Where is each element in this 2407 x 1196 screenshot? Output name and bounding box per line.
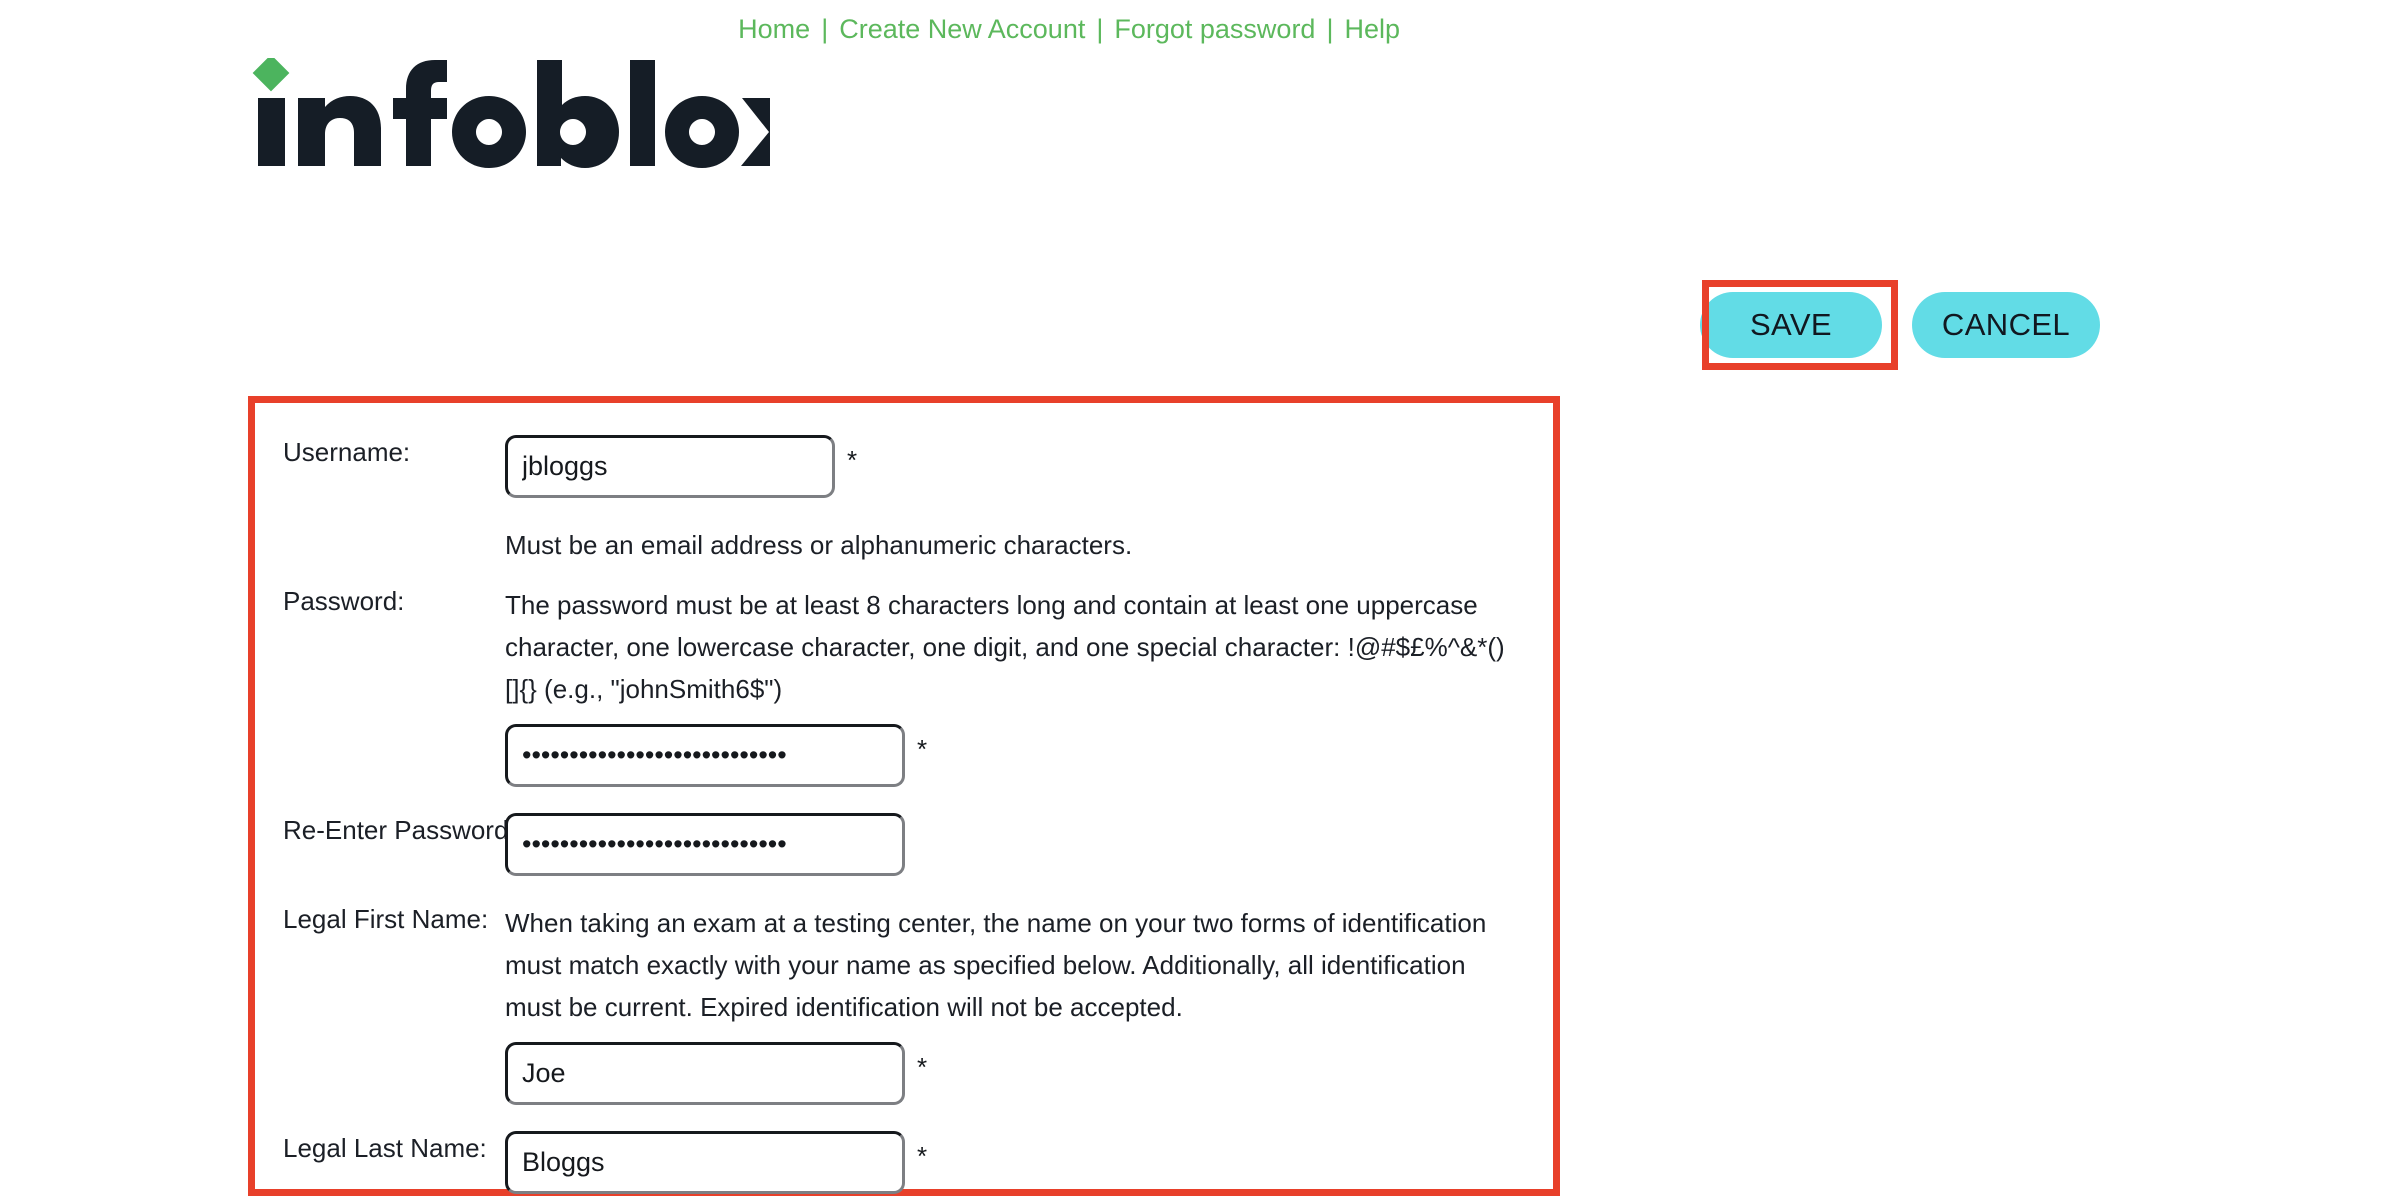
infoblox-wordmark-icon	[252, 58, 770, 168]
field-row-legal-first-name-input: *	[255, 1042, 1553, 1105]
save-button[interactable]: SAVE	[1700, 292, 1882, 358]
field-row-legal-first-name-help: Legal First Name: When taking an exam at…	[255, 902, 1553, 1028]
username-input[interactable]	[505, 435, 835, 498]
reenter-password-label: Re-Enter Password	[283, 815, 509, 845]
field-row-username: Username: *	[255, 435, 1553, 498]
nav-link-forgot-password[interactable]: Forgot password	[1112, 14, 1317, 45]
password-label: Password:	[283, 586, 405, 616]
nav-separator: |	[821, 14, 829, 44]
nav-link-help[interactable]: Help	[1342, 14, 1402, 45]
required-marker: *	[917, 1141, 928, 1171]
legal-last-name-label: Legal Last Name:	[283, 1133, 487, 1163]
required-marker: *	[917, 734, 928, 764]
field-row-password-input: *	[255, 724, 1553, 787]
registration-form-panel: Username: * Must be an email address or …	[248, 396, 1560, 1196]
nav-separator: |	[1096, 14, 1104, 44]
nav-link-home[interactable]: Home	[736, 14, 812, 45]
legal-last-name-input[interactable]	[505, 1131, 905, 1194]
reenter-password-input[interactable]	[505, 813, 905, 876]
cancel-button[interactable]: CANCEL	[1912, 292, 2100, 358]
required-marker: *	[847, 445, 858, 475]
nav-link-create-new-account[interactable]: Create New Account	[837, 14, 1087, 45]
username-help-row: Must be an email address or alphanumeric…	[255, 524, 1553, 566]
username-label: Username:	[283, 437, 411, 467]
legal-first-name-label: Legal First Name:	[283, 904, 489, 934]
field-row-legal-last-name: Legal Last Name: *	[255, 1131, 1553, 1194]
password-help-text: The password must be at least 8 characte…	[505, 590, 1505, 704]
legal-first-name-input[interactable]	[505, 1042, 905, 1105]
legal-first-name-help-text: When taking an exam at a testing center,…	[505, 908, 1487, 1022]
top-navigation: Home | Create New Account | Forgot passw…	[736, 14, 1402, 45]
nav-separator: |	[1326, 14, 1334, 44]
password-input[interactable]	[505, 724, 905, 787]
field-row-password-help: Password: The password must be at least …	[255, 584, 1553, 710]
username-help-text: Must be an email address or alphanumeric…	[505, 530, 1133, 560]
infoblox-logo[interactable]	[250, 58, 770, 168]
required-marker: *	[917, 1052, 928, 1082]
field-row-reenter-password: Re-Enter Password	[255, 813, 1553, 876]
form-action-buttons: SAVE CANCEL	[1700, 292, 2100, 358]
